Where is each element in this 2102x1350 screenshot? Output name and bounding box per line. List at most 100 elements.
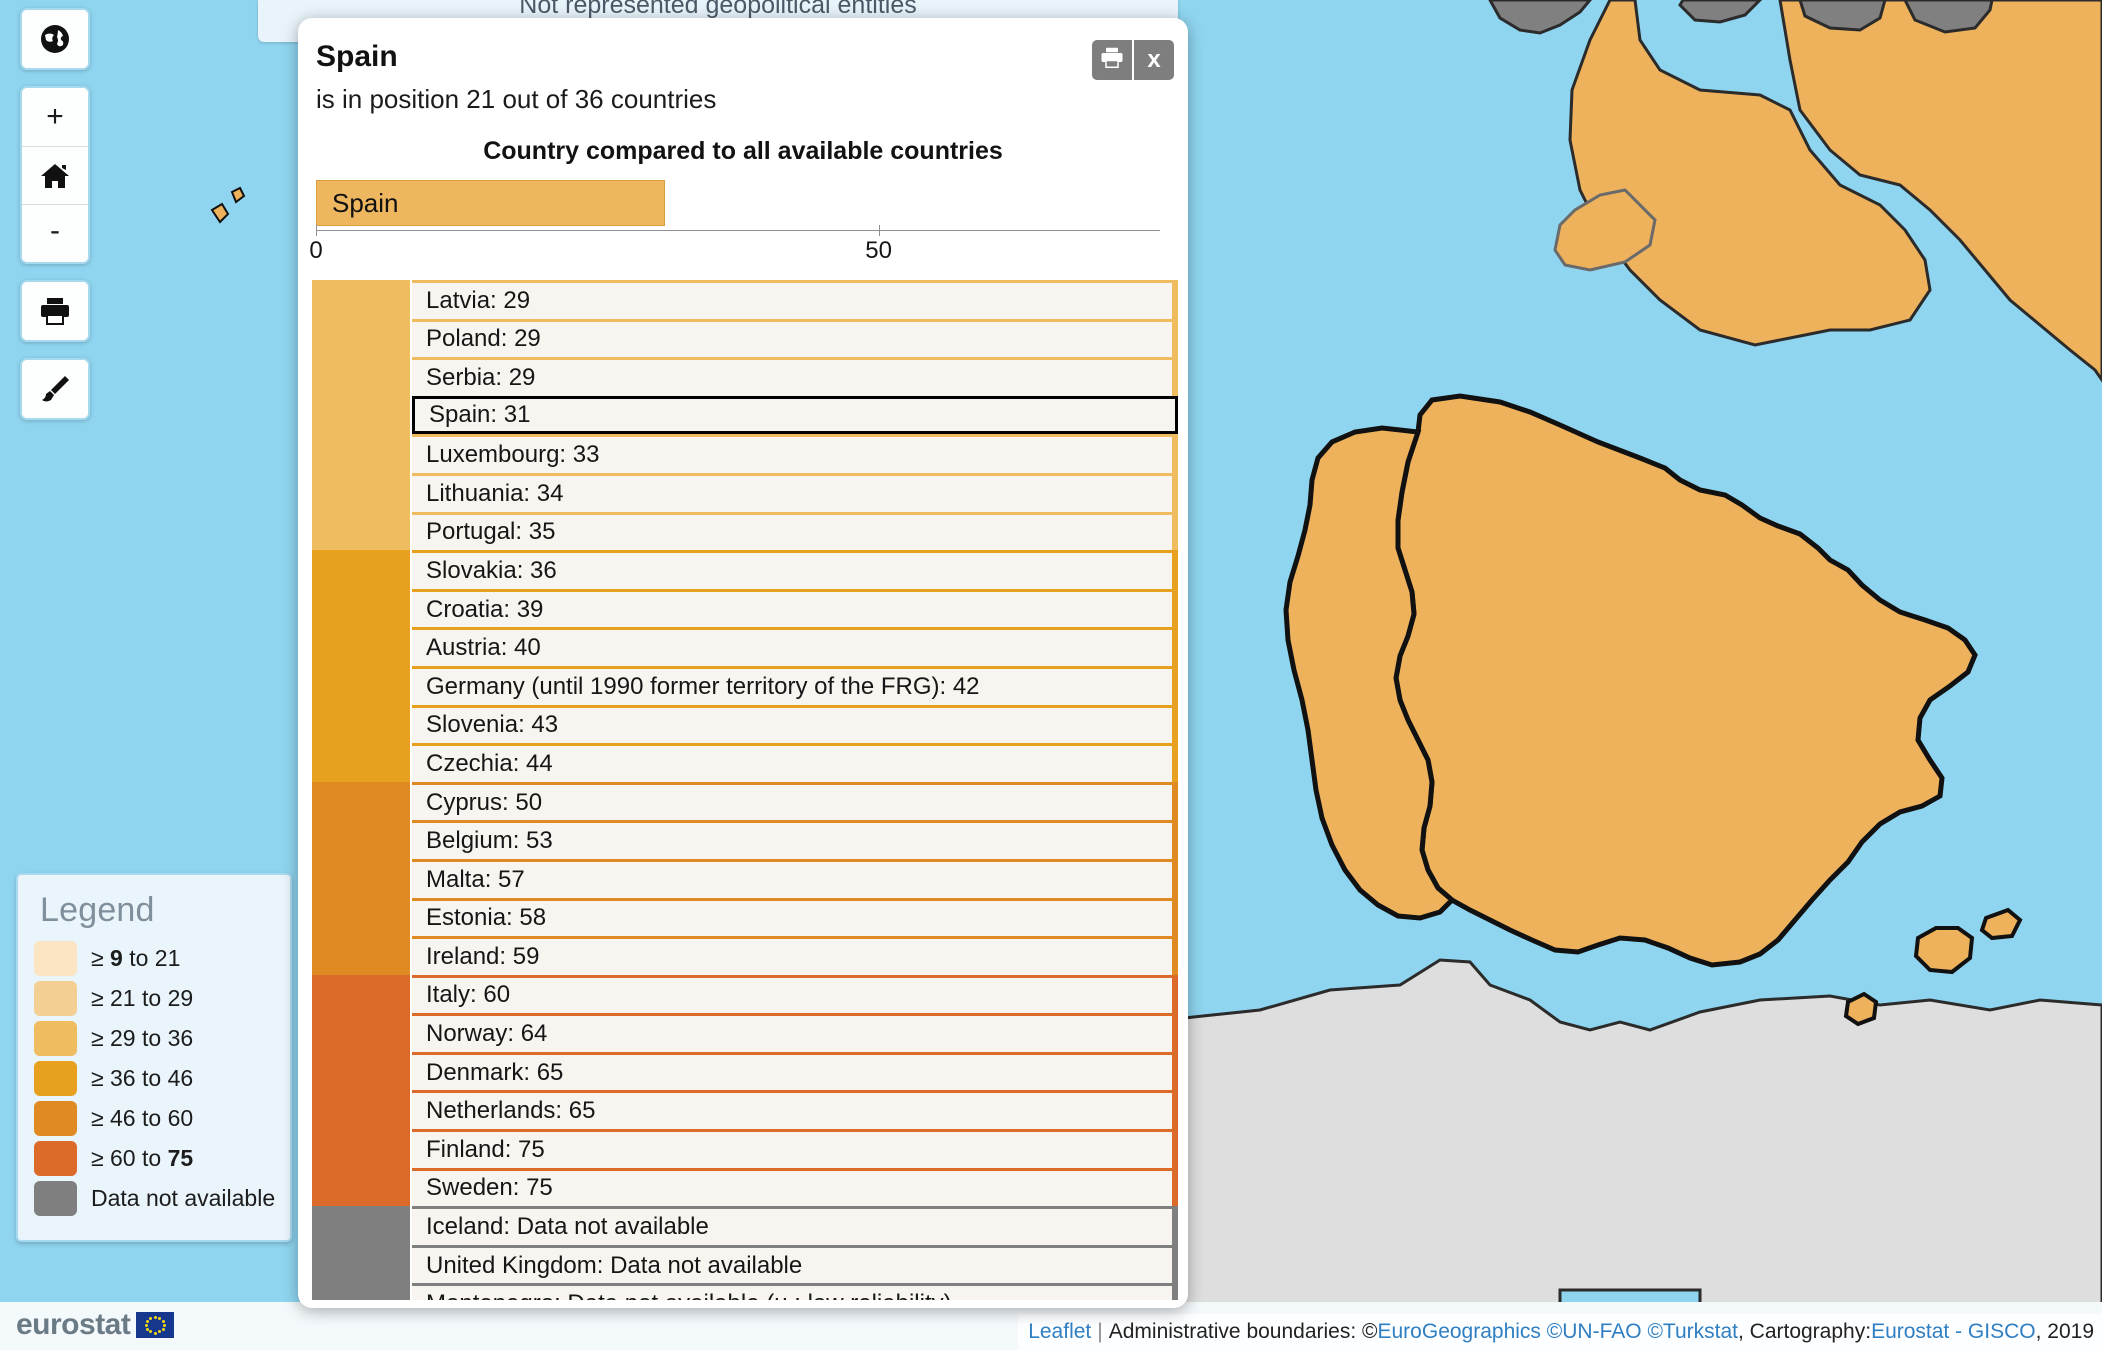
- country-row[interactable]: Sweden: 75: [312, 1168, 1178, 1207]
- eurogeographics-link[interactable]: EuroGeographics: [1378, 1320, 1541, 1344]
- legend-swatch: [34, 1021, 77, 1056]
- axis-tick-label: 0: [309, 237, 322, 265]
- country-row-label: Portugal: 35: [412, 512, 1178, 551]
- country-row-swatch: [312, 627, 410, 666]
- eurostat-wordmark: eurostat: [16, 1308, 130, 1342]
- country-row[interactable]: Lithuania: 34: [312, 473, 1178, 512]
- country-row[interactable]: Slovakia: 36: [312, 550, 1178, 589]
- legend-item[interactable]: ≥ 29 to 36: [34, 1018, 274, 1058]
- map-toolbar: + -: [20, 8, 90, 436]
- country-row[interactable]: Slovenia: 43: [312, 705, 1178, 744]
- gisco-link[interactable]: Eurostat - GISCO: [1871, 1320, 2036, 1344]
- country-row-label: Croatia: 39: [412, 589, 1178, 628]
- attribution-year: , 2019: [2036, 1320, 2094, 1344]
- country-row-label: Austria: 40: [412, 627, 1178, 666]
- print-button[interactable]: [22, 282, 88, 340]
- legend-item[interactable]: ≥ 9 to 21: [34, 938, 274, 978]
- country-row-label: Finland: 75: [412, 1129, 1178, 1168]
- legend-item[interactable]: ≥ 36 to 46: [34, 1058, 274, 1098]
- country-row-label: Latvia: 29: [412, 280, 1178, 319]
- eurostat-logo: eurostat: [16, 1308, 174, 1342]
- country-row[interactable]: Montenegro: Data not available (u : low …: [312, 1283, 1178, 1300]
- legend-item[interactable]: ≥ 60 to 75: [34, 1138, 274, 1178]
- country-row[interactable]: United Kingdom: Data not available: [312, 1245, 1178, 1284]
- popup-button-group: x: [1092, 40, 1174, 80]
- country-row[interactable]: Netherlands: 65: [312, 1090, 1178, 1129]
- country-row-label: Ireland: 59: [412, 936, 1178, 975]
- country-row[interactable]: Iceland: Data not available: [312, 1206, 1178, 1245]
- country-row-label: Slovenia: 43: [412, 705, 1178, 744]
- country-row-label: United Kingdom: Data not available: [412, 1245, 1178, 1284]
- axis-tick: [316, 225, 317, 236]
- country-row-label: Malta: 57: [412, 859, 1178, 898]
- country-row[interactable]: Malta: 57: [312, 859, 1178, 898]
- country-row[interactable]: Austria: 40: [312, 627, 1178, 666]
- country-row[interactable]: Ireland: 59: [312, 936, 1178, 975]
- country-row[interactable]: Croatia: 39: [312, 589, 1178, 628]
- country-row-label: Serbia: 29: [412, 357, 1178, 396]
- turkstat-link[interactable]: ©Turkstat: [1647, 1320, 1738, 1344]
- country-row[interactable]: Finland: 75: [312, 1129, 1178, 1168]
- country-ranking-list[interactable]: Latvia: 29Poland: 29Serbia: 29Spain: 31L…: [312, 280, 1178, 1300]
- country-row[interactable]: Serbia: 29: [312, 357, 1178, 396]
- legend-item-label: ≥ 29 to 36: [91, 1025, 193, 1052]
- home-button[interactable]: [22, 146, 88, 204]
- zoom-in-button[interactable]: +: [22, 88, 88, 146]
- country-row-swatch: [312, 550, 410, 589]
- country-row[interactable]: Poland: 29: [312, 319, 1178, 358]
- legend-item-label: ≥ 46 to 60: [91, 1105, 193, 1132]
- home-icon: [40, 162, 70, 190]
- country-row[interactable]: Spain: 31: [312, 396, 1178, 435]
- popup-close-button[interactable]: x: [1134, 40, 1174, 80]
- globe-button[interactable]: [22, 10, 88, 68]
- legend-panel: Legend ≥ 9 to 21≥ 21 to 29≥ 29 to 36≥ 36…: [16, 873, 292, 1242]
- chart-axis-labels: 050: [316, 237, 1160, 267]
- country-row[interactable]: Portugal: 35: [312, 512, 1178, 551]
- country-row[interactable]: Czechia: 44: [312, 743, 1178, 782]
- country-row[interactable]: Latvia: 29: [312, 280, 1178, 319]
- country-row-swatch: [312, 473, 410, 512]
- bar-spain[interactable]: Spain: [316, 180, 665, 226]
- legend-rows: ≥ 9 to 21 ≥ 21 to 29 ≥ 29 to 36 ≥ 36 to 46 ≥…: [34, 938, 274, 1218]
- legend-item[interactable]: ≥ 46 to 60: [34, 1098, 274, 1138]
- popup-subtitle: is in position 21 out of 36 countries: [316, 84, 1188, 115]
- legend-swatch: [34, 981, 77, 1016]
- country-row-label: Netherlands: 65: [412, 1090, 1178, 1129]
- legend-item-label: Data not available: [91, 1185, 275, 1212]
- country-row[interactable]: Luxembourg: 33: [312, 434, 1178, 473]
- country-row-swatch: [312, 396, 410, 435]
- country-row[interactable]: Cyprus: 50: [312, 782, 1178, 821]
- country-row-swatch: [312, 666, 410, 705]
- print-icon: [39, 296, 71, 326]
- popup-print-button[interactable]: [1092, 40, 1132, 80]
- country-row[interactable]: Denmark: 65: [312, 1052, 1178, 1091]
- country-row[interactable]: Germany (until 1990 former territory of …: [312, 666, 1178, 705]
- toolbar-group-globe: [20, 8, 90, 70]
- country-row-label: Poland: 29: [412, 319, 1178, 358]
- leaflet-link[interactable]: Leaflet: [1028, 1320, 1091, 1344]
- country-row-label: Slovakia: 36: [412, 550, 1178, 589]
- legend-item-label: ≥ 60 to 75: [91, 1145, 193, 1172]
- axis-tick-label: 50: [865, 237, 892, 265]
- country-row[interactable]: Norway: 64: [312, 1013, 1178, 1052]
- legend-item-label: ≥ 9 to 21: [91, 945, 180, 972]
- zoom-out-icon: -: [50, 216, 60, 246]
- country-row[interactable]: Estonia: 58: [312, 898, 1178, 937]
- island-mallorca: [1916, 928, 1972, 972]
- country-row-label: Cyprus: 50: [412, 782, 1178, 821]
- country-row-swatch: [312, 357, 410, 396]
- country-row[interactable]: Belgium: 53: [312, 820, 1178, 859]
- eu-flag-icon: [136, 1312, 174, 1338]
- toolbar-group-style: [20, 358, 90, 420]
- legend-item[interactable]: Data not available: [34, 1178, 274, 1218]
- attribution-cartography-prefix: , Cartography:: [1738, 1320, 1871, 1344]
- unfao-link[interactable]: ©UN-FAO: [1547, 1320, 1642, 1344]
- legend-item[interactable]: ≥ 21 to 29: [34, 978, 274, 1018]
- brush-button[interactable]: [22, 360, 88, 418]
- zoom-out-button[interactable]: -: [22, 204, 88, 262]
- attribution-separator: |: [1097, 1320, 1102, 1344]
- axis-tick: [879, 225, 880, 236]
- country-row-swatch: [312, 319, 410, 358]
- country-row[interactable]: Italy: 60: [312, 975, 1178, 1014]
- country-row-swatch: [312, 898, 410, 937]
